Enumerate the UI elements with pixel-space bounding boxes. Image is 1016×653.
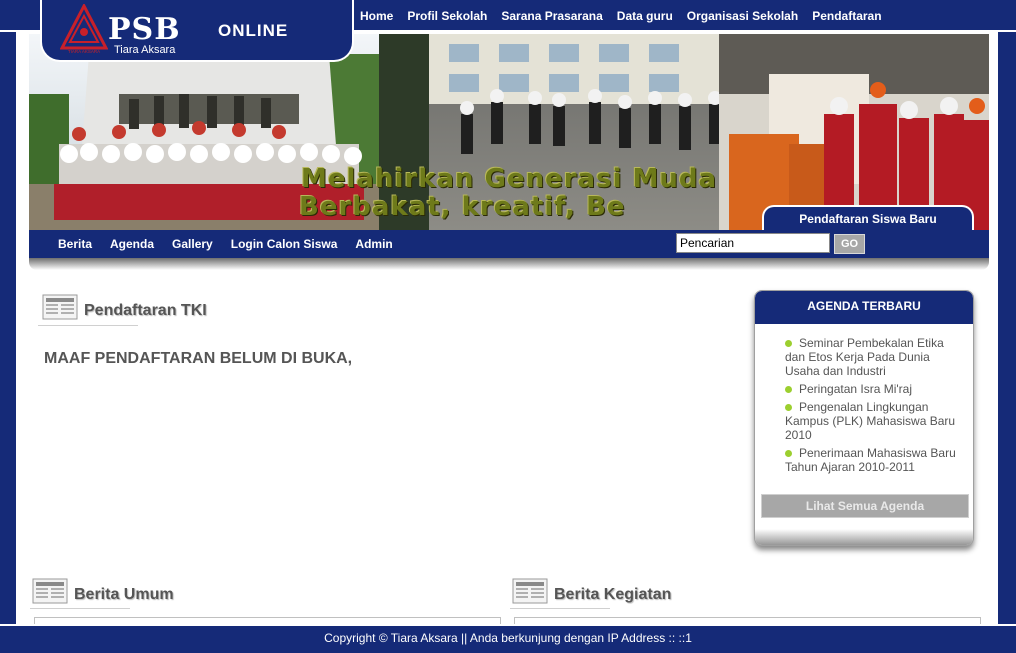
nav-sarana-prasarana-link[interactable]: Sarana Prasarana	[501, 9, 602, 23]
section-divider	[30, 608, 130, 609]
berita-kegiatan-title: Berita Kegiatan	[554, 586, 672, 603]
top-nav-links: Home Profil Sekolah Sarana Prasarana Dat…	[360, 0, 882, 32]
site-logo[interactable]: TIARA AKSARA PSB ONLINE Tiara Aksara	[40, 0, 354, 62]
subnav-login-calon-siswa-link[interactable]: Login Calon Siswa	[231, 237, 338, 251]
subnav-shadow	[29, 258, 989, 270]
nav-data-guru-link[interactable]: Data guru	[617, 9, 673, 23]
header-banner: Melahirkan Generasi Muda Berbakat, kreat…	[29, 34, 989, 230]
nav-organisasi-sekolah-link[interactable]: Organisasi Sekolah	[687, 9, 798, 23]
bullet-icon	[785, 340, 792, 347]
agenda-panel: AGENDA TERBARU Seminar Pembekalan Etika …	[754, 290, 974, 546]
subnav-admin-link[interactable]: Admin	[355, 237, 392, 251]
view-all-agenda-button[interactable]: Lihat Semua Agenda	[761, 494, 969, 518]
sub-nav-links: Berita Agenda Gallery Login Calon Siswa …	[58, 230, 393, 258]
berita-kegiatan-header: Berita Kegiatan	[512, 576, 671, 604]
subnav-gallery-link[interactable]: Gallery	[172, 237, 213, 251]
tiara-aksara-emblem-icon: TIARA AKSARA	[60, 4, 108, 54]
site-footer: Copyright © Tiara Aksara || Anda berkunj…	[0, 624, 1016, 653]
nav-pendaftaran-link[interactable]: Pendaftaran	[812, 9, 881, 23]
banner-tagline-line1: Melahirkan Generasi Muda	[301, 164, 718, 194]
newspaper-icon	[42, 294, 78, 320]
agenda-item[interactable]: Seminar Pembekalan Etika dan Etos Kerja …	[785, 336, 963, 378]
main-section-header: Pendaftaran TKI	[42, 292, 207, 320]
agenda-list: Seminar Pembekalan Etika dan Etos Kerja …	[755, 324, 973, 474]
logo-psb-text: PSB	[108, 12, 181, 47]
bullet-icon	[785, 386, 792, 393]
subnav-agenda-link[interactable]: Agenda	[110, 237, 154, 251]
newspaper-icon	[32, 578, 68, 604]
agenda-item[interactable]: Peringatan Isra Mi'raj	[785, 382, 963, 396]
search-go-button[interactable]: GO	[834, 234, 865, 254]
banner-tagline-line2: Berbakat, kreatif, Be	[299, 192, 626, 222]
subnav-berita-link[interactable]: Berita	[58, 237, 92, 251]
bullet-icon	[785, 404, 792, 411]
logo-online-text: ONLINE	[218, 21, 289, 40]
agenda-title: AGENDA TERBARU	[755, 291, 973, 324]
registration-notice: MAAF PENDAFTARAN BELUM DI BUKA,	[44, 350, 353, 367]
registration-tab[interactable]: Pendaftaran Siswa Baru	[762, 205, 974, 230]
secondary-navigation-bar: Berita Agenda Gallery Login Calon Siswa …	[29, 230, 989, 258]
agenda-item[interactable]: Pengenalan Lingkungan Kampus (PLK) Mahas…	[785, 400, 963, 442]
berita-umum-title: Berita Umum	[74, 586, 174, 603]
nav-home-link[interactable]: Home	[360, 9, 393, 23]
agenda-item[interactable]: Penerimaan Mahasiswa Baru Tahun Ajaran 2…	[785, 446, 963, 474]
agenda-footer-shade	[755, 529, 973, 545]
bullet-icon	[785, 450, 792, 457]
newspaper-icon	[512, 578, 548, 604]
section-divider	[38, 325, 138, 326]
search-input[interactable]	[676, 233, 830, 253]
section-divider	[510, 608, 610, 609]
emblem-caption: TIARA AKSARA	[68, 49, 100, 54]
page-title: Pendaftaran TKI	[84, 302, 207, 319]
berita-umum-header: Berita Umum	[32, 576, 174, 604]
nav-profil-sekolah-link[interactable]: Profil Sekolah	[407, 9, 487, 23]
logo-subtitle: Tiara Aksara	[114, 44, 176, 56]
